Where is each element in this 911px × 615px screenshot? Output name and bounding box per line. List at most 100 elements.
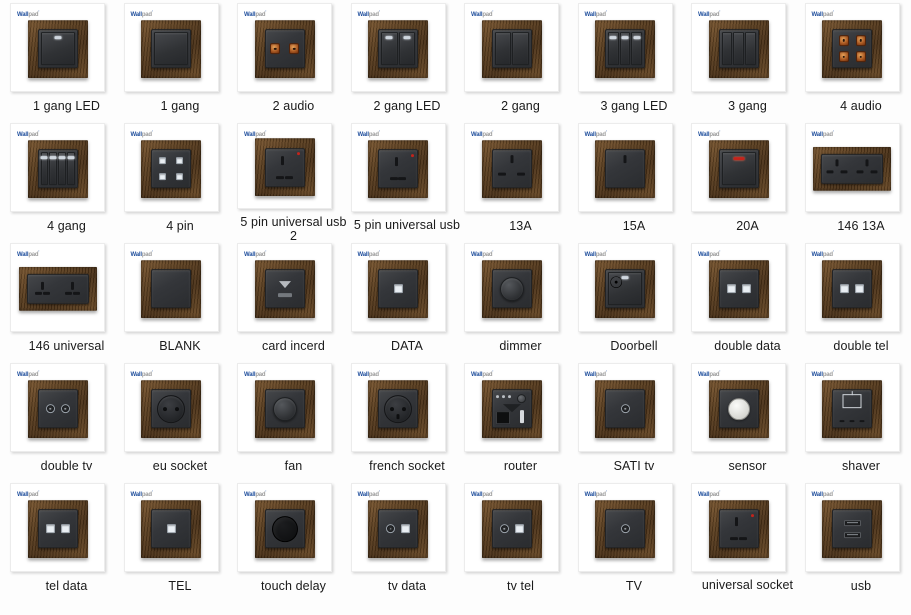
product-label: BLANK	[159, 339, 201, 353]
product-photo	[595, 19, 655, 78]
wood-frame	[27, 19, 88, 78]
product-card[interactable]: Wallpad'	[464, 3, 559, 92]
rocker-switch[interactable]	[619, 32, 631, 66]
product-card[interactable]: Wallpad'	[237, 483, 332, 572]
product-card[interactable]: Wallpad'	[804, 483, 900, 572]
product-card[interactable]: Wallpad'	[350, 483, 446, 572]
coax-jack-icon	[386, 524, 395, 534]
earth-slot-icon	[835, 159, 839, 167]
dimmer-knob[interactable]	[499, 276, 524, 301]
product-card[interactable]: Wallpad'	[123, 243, 219, 332]
brand-logo: Wallpad'	[812, 8, 834, 19]
wood-frame	[481, 19, 542, 78]
rocker-switch[interactable]	[721, 32, 733, 66]
switch-plate	[37, 389, 78, 429]
brand-logo: Wallpad'	[698, 8, 720, 19]
product-photo	[822, 379, 882, 438]
product-card[interactable]: Wallpad'	[350, 123, 446, 212]
product-card[interactable]: Wallpad'	[10, 243, 105, 332]
product-photo	[822, 499, 882, 558]
rocker-switch[interactable]	[512, 32, 529, 66]
product-card[interactable]: Wallpad'	[10, 3, 105, 92]
product-card[interactable]: Wallpad'	[464, 483, 559, 572]
trademark-icon: '	[38, 369, 40, 374]
switch-plate	[378, 509, 418, 549]
rocker-switch[interactable]	[154, 32, 188, 66]
product-card[interactable]: Wallpad'	[10, 363, 105, 452]
rocker-switch[interactable]	[744, 32, 756, 66]
rj-jack-icon	[166, 524, 176, 534]
rocker-switch[interactable]	[40, 32, 75, 66]
earth-slot-icon	[735, 517, 739, 527]
product-card[interactable]: Wallpad'	[577, 483, 673, 572]
product-card[interactable]: Wallpad'	[237, 123, 332, 209]
product-card[interactable]: Wallpad'	[237, 363, 332, 452]
product-card[interactable]: Wallpad'	[464, 243, 559, 332]
brand-logo-secondary: pad	[28, 372, 39, 378]
product-card[interactable]: Wallpad'	[804, 3, 900, 92]
product-card[interactable]: Wallpad'	[350, 243, 446, 332]
brand-logo-primary: Wall	[584, 252, 597, 258]
rocker-switch[interactable]	[494, 32, 511, 66]
product-card[interactable]: Wallpad'	[691, 123, 786, 212]
product-card[interactable]: Wallpad'	[237, 243, 332, 332]
brand-logo: Wallpad'	[471, 128, 493, 139]
product-card[interactable]: Wallpad'	[123, 483, 219, 572]
product-label: universal socket	[701, 578, 794, 592]
product-card[interactable]: Wallpad'	[804, 363, 900, 452]
brand-logo-secondary: pad	[595, 492, 606, 498]
rocker-switch[interactable]	[381, 32, 398, 66]
product-label: tv tel	[507, 579, 534, 593]
product-card[interactable]: Wallpad'	[237, 3, 332, 92]
product-card[interactable]: Wallpad'	[691, 483, 786, 572]
product-card[interactable]: Wallpad'	[691, 363, 786, 452]
product-card[interactable]: Wallpad'	[464, 363, 559, 452]
rocker-switch[interactable]	[49, 152, 57, 186]
product-card[interactable]: Wallpad'	[691, 243, 786, 332]
product-card[interactable]: Wallpad'	[350, 3, 446, 92]
rocker-switch[interactable]	[398, 32, 415, 66]
product-card[interactable]: Wallpad'	[10, 123, 105, 212]
product-cell: Wallpad' 2 audio	[237, 3, 350, 123]
product-cell: Wallpad' french socket	[350, 363, 464, 483]
rocker-switch[interactable]	[721, 152, 756, 186]
rocker-switch[interactable]	[66, 152, 75, 186]
indicator-led	[58, 156, 66, 159]
brand-logo: Wallpad'	[17, 368, 39, 379]
rocker-switch[interactable]	[40, 152, 49, 186]
brand-logo-secondary: pad	[709, 132, 720, 138]
fan-knob[interactable]	[272, 396, 297, 421]
product-cell: Wallpad' tv tel	[464, 483, 577, 603]
product-card[interactable]: Wallpad'	[10, 483, 105, 572]
product-card[interactable]: Wallpad'	[123, 3, 219, 92]
brand-logo: Wallpad'	[698, 488, 720, 499]
doorbell-rocker[interactable]: ☉	[608, 272, 642, 306]
rocker-group	[493, 30, 531, 67]
product-card[interactable]: Wallpad'	[804, 123, 900, 212]
touch-delay-button[interactable]	[271, 515, 298, 542]
product-card[interactable]: Wallpad' ☉	[577, 243, 673, 332]
product-card[interactable]: Wallpad'	[577, 123, 673, 212]
product-card[interactable]: Wallpad'	[123, 123, 219, 212]
brand-logo-secondary: pad	[141, 132, 152, 138]
rocker-switch[interactable]	[58, 152, 66, 186]
banana-terminal-icon	[855, 34, 866, 46]
card-slot-icon[interactable]	[275, 280, 295, 297]
product-card[interactable]: Wallpad'	[577, 3, 673, 92]
rocker-switch[interactable]	[608, 32, 619, 66]
product-card[interactable]: Wallpad'	[464, 123, 559, 212]
product-card[interactable]: Wallpad'	[123, 363, 219, 452]
product-card[interactable]: Wallpad'	[804, 243, 900, 332]
product-card[interactable]: Wallpad'	[577, 363, 673, 452]
rocker-switch[interactable]	[733, 32, 744, 66]
brand-logo: Wallpad'	[585, 368, 607, 379]
product-photo	[27, 499, 88, 558]
product-card[interactable]: Wallpad'	[350, 363, 446, 452]
rocker-switch[interactable]	[631, 32, 643, 66]
brand-logo-secondary: pad	[709, 372, 720, 378]
brand-logo-primary: Wall	[698, 252, 710, 258]
earth-slot-icon	[510, 155, 513, 164]
trademark-icon: '	[605, 9, 607, 14]
trademark-icon: '	[605, 249, 607, 254]
product-card[interactable]: Wallpad'	[691, 3, 786, 92]
